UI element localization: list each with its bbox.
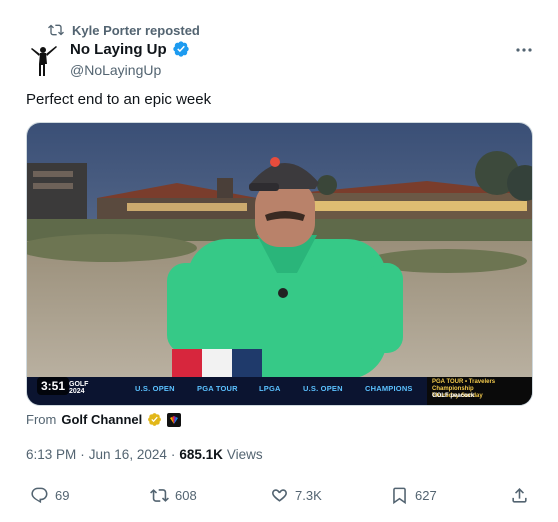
tweet-time[interactable]: 6:13 PM [26, 447, 76, 462]
ticker-promo-line1: PGA TOUR • Travelers Championship [432, 379, 496, 392]
bookmark-count: 627 [415, 488, 437, 503]
channel-badge-icon [167, 412, 182, 427]
views-label: Views [226, 447, 263, 462]
author-handle[interactable]: @NoLayingUp [70, 62, 161, 78]
ticker-item: LPGA [259, 384, 281, 393]
retweet-count: 608 [175, 488, 197, 503]
bookmark-button[interactable]: 627 [390, 486, 437, 505]
tweet-date[interactable]: Jun 16, 2024 [89, 447, 167, 462]
tweet-text: Perfect end to an epic week [26, 91, 212, 108]
meta-separator: · [80, 447, 85, 462]
share-icon [512, 488, 527, 503]
repost-label[interactable]: Kyle Porter reposted [72, 23, 200, 38]
repost-header: Kyle Porter reposted [48, 22, 200, 38]
repost-icon [48, 24, 64, 36]
like-icon [272, 489, 287, 502]
gold-verified-icon [148, 413, 162, 426]
author-row: No Laying Up [70, 40, 190, 58]
like-button[interactable]: 7.3K [270, 486, 322, 505]
ticker-item: PGA TOUR [197, 384, 238, 393]
share-button[interactable] [510, 486, 529, 505]
video-frame [27, 123, 532, 405]
video-player[interactable]: 3:51 GOLF 2024 U.S. OPEN PGA TOUR LPGA U… [26, 122, 533, 406]
source-channel[interactable]: Golf Channel [61, 412, 142, 427]
more-icon [516, 48, 532, 52]
views-count: 685.1K [179, 447, 223, 462]
ticker-item: CHAMPIONS [365, 384, 413, 393]
verified-icon [172, 41, 189, 57]
avatar[interactable] [26, 40, 66, 80]
source-prefix: From [26, 412, 57, 427]
ticker-promo-line3: GOLF peacock [432, 393, 475, 399]
retweet-button[interactable]: 608 [150, 486, 197, 505]
retweet-icon [150, 489, 169, 502]
tweet-meta: 6:13 PM · Jun 16, 2024 · 685.1K Views [26, 447, 263, 462]
reply-count: 69 [55, 488, 70, 503]
like-count: 7.3K [295, 488, 322, 503]
video-timecode: 3:51 [37, 377, 70, 395]
reply-button[interactable]: 69 [30, 486, 69, 505]
bookmark-icon [393, 487, 406, 505]
video-source: From Golf Channel [26, 412, 182, 427]
ticker-item: U.S. OPEN [135, 384, 175, 393]
ticker-logo: GOLF 2024 [69, 381, 88, 395]
author-name[interactable]: No Laying Up [70, 41, 167, 58]
tweet-card: Kyle Porter reposted No Laying Up @NoLay… [0, 0, 558, 522]
more-button[interactable] [512, 40, 536, 60]
ticker-logo-line1: GOLF [69, 381, 89, 388]
action-bar: 69 608 7.3K 627 [0, 486, 558, 510]
reply-icon [31, 487, 48, 504]
ticker-item: U.S. OPEN [303, 384, 343, 393]
ticker-logo-line2: 2024 [69, 388, 85, 395]
meta-separator: · [170, 447, 176, 462]
